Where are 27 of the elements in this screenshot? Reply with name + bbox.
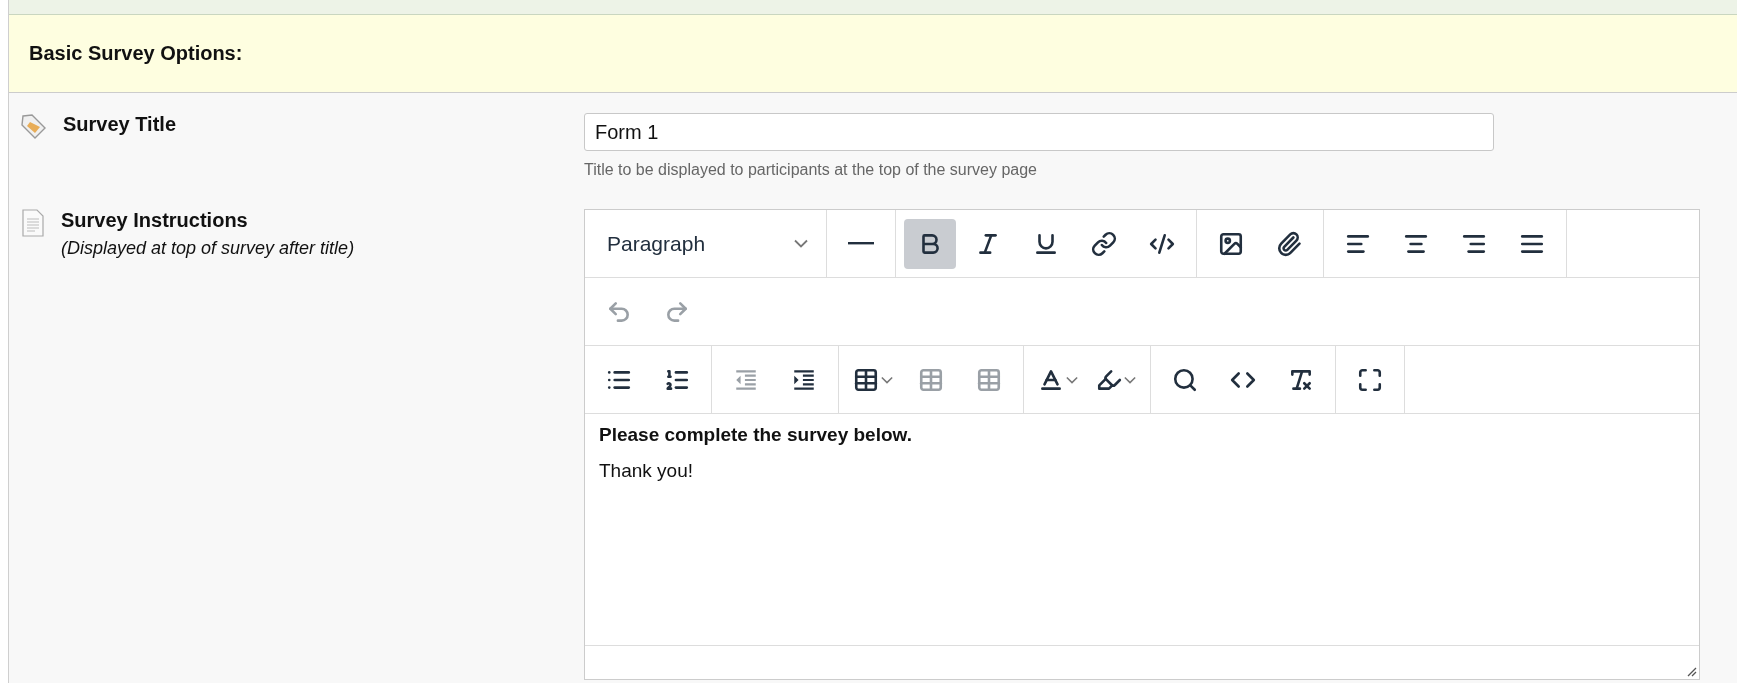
paragraph: Please complete the survey below. (599, 424, 913, 446)
survey-title-field[interactable]: Form 1 (584, 113, 1494, 151)
chevron-down-icon (881, 375, 893, 384)
chevron-down-icon (1066, 375, 1078, 384)
bold-button[interactable] (904, 218, 956, 269)
fullscreen-icon (1357, 366, 1383, 393)
field-label: Survey Instructions (61, 209, 249, 232)
search-icon (1172, 366, 1198, 393)
paperclip-icon (1276, 230, 1302, 257)
field-hint: Title to be displayed to participants at the top of the survey page (584, 161, 1038, 179)
editor-content[interactable]: Please complete the survey below. Thank you! (585, 414, 1699, 646)
image-icon (1218, 230, 1244, 257)
link-icon (1091, 230, 1117, 257)
table-icon (918, 366, 944, 393)
horizontal-line-icon (848, 242, 874, 245)
chevron-down-icon (794, 239, 808, 248)
field-label: Survey Title (63, 113, 177, 136)
field-description: (Displayed at top of survey after title) (61, 238, 355, 259)
table-icon (853, 366, 879, 393)
resize-handle-icon[interactable] (1685, 665, 1697, 677)
document-icon (21, 209, 45, 237)
tag-icon (21, 113, 47, 139)
section-title: Basic Survey Options: (29, 42, 243, 65)
paragraph-format-dropdown[interactable]: Paragraph (593, 218, 818, 269)
table-icon (976, 366, 1002, 393)
paragraph: Thank you! (599, 460, 694, 482)
chevron-down-icon (1124, 375, 1136, 384)
